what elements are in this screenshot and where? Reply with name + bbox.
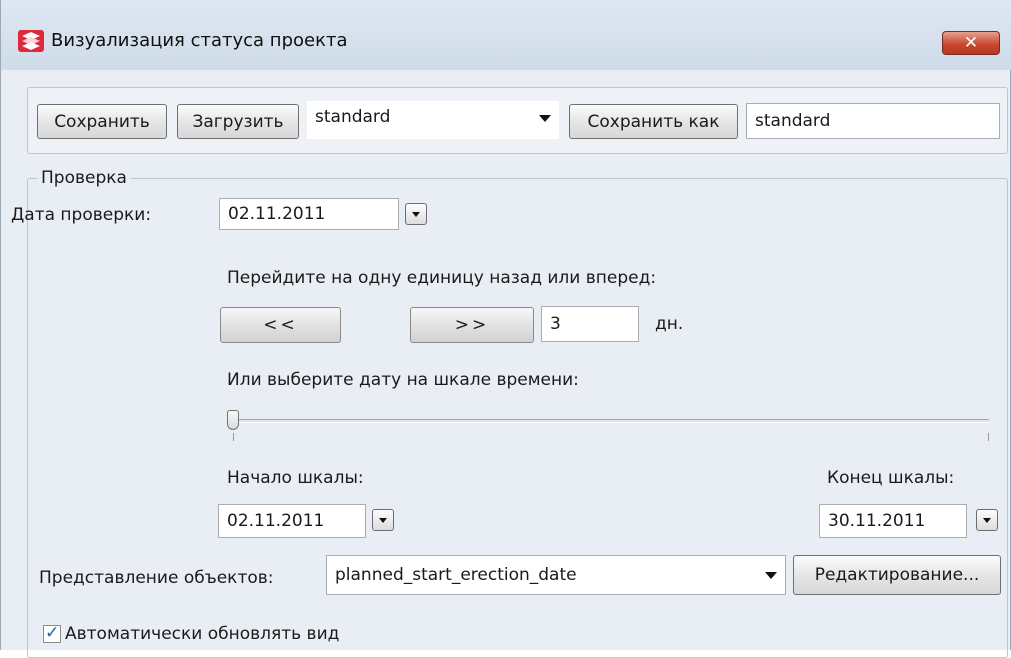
app-logo-icon — [18, 30, 44, 52]
save-as-name-input[interactable]: standard — [746, 103, 1000, 139]
timeline-slider-track[interactable] — [233, 419, 989, 423]
save-as-button[interactable]: Сохранить как — [569, 104, 738, 139]
step-back-button[interactable]: << — [220, 307, 341, 343]
title-bar: Визуализация статуса проекта ✕ — [1, 0, 1011, 70]
chevron-down-icon — [765, 572, 777, 579]
scale-start-field[interactable]: 02.11.2011 — [218, 504, 366, 538]
load-button[interactable]: Загрузить — [177, 104, 299, 139]
close-icon: ✕ — [963, 33, 979, 53]
step-hint: Перейдите на одну единицу назад или впер… — [227, 268, 657, 288]
scale-start-dropdown-button[interactable] — [372, 509, 394, 531]
check-group-title: Проверка — [37, 168, 131, 188]
step-amount-input[interactable]: 3 — [541, 306, 639, 342]
scale-end-field[interactable]: 30.11.2011 — [819, 504, 967, 538]
checkmark-icon: ✓ — [45, 623, 60, 643]
step-unit-label: дн. — [655, 314, 684, 334]
chevron-down-icon — [539, 115, 551, 122]
edit-button[interactable]: Редактирование... — [793, 555, 1001, 595]
preset-select-value: standard — [315, 107, 391, 127]
check-date-dropdown-button[interactable] — [405, 203, 427, 225]
scale-start-label: Начало шкалы: — [227, 468, 364, 488]
scale-end-label: Конец шкалы: — [827, 468, 955, 488]
step-forward-button[interactable]: >> — [410, 307, 534, 343]
timeline-slider-handle[interactable] — [227, 410, 239, 430]
save-button[interactable]: Сохранить — [37, 104, 167, 139]
auto-update-label: Автоматически обновлять вид — [65, 624, 340, 644]
objects-representation-value: planned_start_erection_date — [335, 565, 577, 585]
objects-representation-select[interactable]: planned_start_erection_date — [326, 555, 786, 595]
check-date-field[interactable]: 02.11.2011 — [219, 198, 399, 230]
window-title: Визуализация статуса проекта — [51, 30, 348, 51]
objects-representation-label: Представление объектов: — [39, 568, 274, 588]
auto-update-checkbox[interactable]: ✓ — [43, 623, 61, 643]
timeline-hint: Или выберите дату на шкале времени: — [227, 370, 579, 390]
timeline-tick-start — [233, 433, 234, 441]
scale-end-dropdown-button[interactable] — [976, 509, 998, 531]
close-button[interactable]: ✕ — [942, 31, 1000, 55]
check-date-label: Дата проверки: — [11, 205, 152, 225]
preset-select[interactable]: standard — [307, 101, 559, 139]
timeline-tick-end — [988, 433, 989, 441]
status-visualization-window: Визуализация статуса проекта ✕ Сохранить… — [0, 0, 1011, 658]
